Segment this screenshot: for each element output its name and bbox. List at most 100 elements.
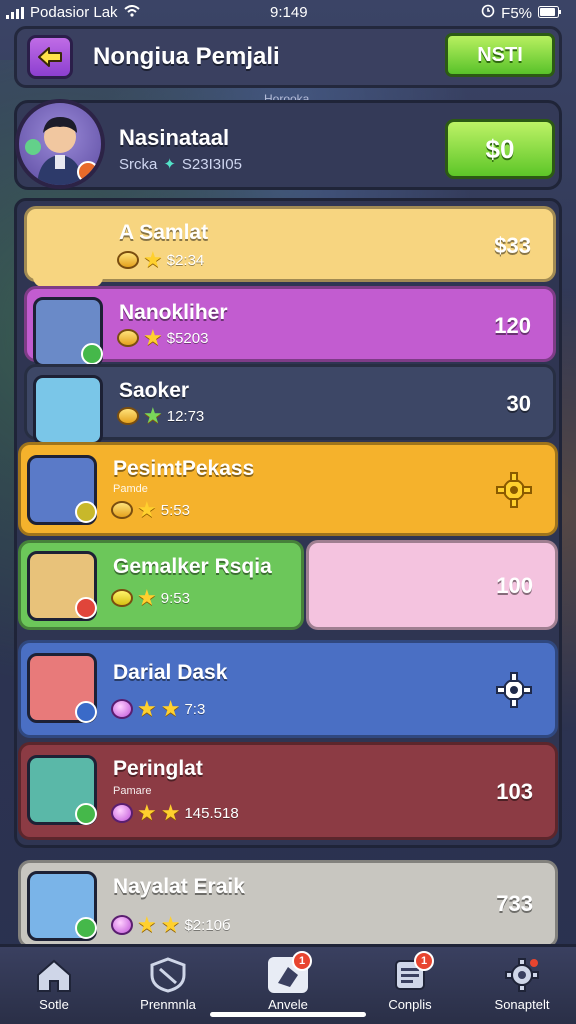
- player-name: Nasinataal: [119, 125, 230, 150]
- settings-gear-icon[interactable]: [495, 671, 533, 714]
- nav-label: Sotle: [39, 997, 69, 1012]
- battery-icon: [538, 5, 562, 22]
- row-name: PesimtPekass: [113, 457, 255, 480]
- badge-icon: [75, 701, 97, 723]
- avatar: [33, 217, 103, 287]
- row-stats-value: 7:3: [184, 700, 206, 718]
- row-tag: Pamare: [113, 785, 152, 797]
- list-item[interactable]: PesimtPekass Pamde ★ 5:53: [18, 442, 558, 536]
- sparkle-icon: ✦: [163, 156, 176, 173]
- star-icon: ★: [143, 325, 163, 350]
- star-icon: ★: [137, 696, 157, 721]
- back-button[interactable]: [27, 35, 73, 79]
- gem-icon: [111, 915, 133, 935]
- home-indicator: [210, 1012, 366, 1017]
- list-item[interactable]: Nanokliher ★ $5203 120: [24, 286, 556, 367]
- star-icon: ★: [160, 800, 181, 825]
- list-item[interactable]: Gemalker Rsqia ★ 9:53: [18, 540, 304, 630]
- row-stats-value: $2:10б: [184, 916, 231, 934]
- settings-gear-icon: [502, 957, 542, 993]
- page-title: Nongiua Pemjali: [93, 43, 280, 70]
- coin-icon: [111, 589, 133, 607]
- row-stats-value: 9:53: [160, 589, 190, 607]
- star-icon: ★: [160, 696, 181, 721]
- coin-icon: [117, 407, 139, 425]
- gem-icon: [111, 699, 133, 719]
- row-value: 103: [496, 779, 533, 804]
- row-stats: ★ $5203: [117, 325, 209, 350]
- row-stats-value: 5:53: [160, 501, 190, 519]
- row-name: Nayalat Eraik: [113, 875, 245, 898]
- level-badge-icon: [77, 161, 99, 183]
- next-button[interactable]: NSTI: [445, 33, 555, 77]
- carrier-label: Podasior Lak: [30, 4, 118, 21]
- avatar: [33, 375, 103, 445]
- gem-icon: [111, 803, 133, 823]
- nav-label: Prenmnla: [140, 997, 196, 1012]
- row-stats-value: $2:34: [166, 251, 205, 269]
- star-icon: ★: [137, 800, 157, 825]
- row-stats: ★ 9:53: [111, 585, 190, 610]
- row-name: Gemalker Rsqia: [113, 555, 272, 578]
- star-icon: ★: [143, 247, 163, 272]
- row-value: $33: [494, 233, 531, 258]
- badge-icon: [75, 597, 97, 619]
- nav-item-cards[interactable]: 1 Anvele: [238, 951, 338, 1012]
- battery-label: F5%: [501, 4, 532, 22]
- signal-icon: [6, 6, 24, 19]
- nav-label: Conplis: [388, 997, 432, 1012]
- row-value: 733: [496, 891, 533, 916]
- star-icon: ★: [137, 497, 157, 522]
- alarm-icon: [481, 4, 495, 22]
- row-name: A Samlat: [119, 221, 209, 244]
- list-item[interactable]: Saoker ★ 12:73 30: [24, 364, 556, 445]
- nav-item-settings[interactable]: Sonaptelt: [472, 957, 572, 1012]
- cards-icon: 1: [268, 951, 312, 993]
- player-sub-label: Srcka: [119, 155, 158, 173]
- row-name: Peringlat: [113, 757, 203, 780]
- list-item[interactable]: A Samlat ★ $2:34 $33: [24, 206, 556, 287]
- player-avatar[interactable]: [15, 99, 105, 189]
- row-value: 120: [494, 313, 531, 338]
- wifi-icon: [123, 4, 140, 21]
- coin-icon: [117, 251, 139, 269]
- list-item[interactable]: Darial Dask ★ ★ 7:3: [18, 640, 558, 738]
- arrow-left-icon: [38, 47, 62, 67]
- nav-item-home[interactable]: Sotle: [4, 957, 104, 1012]
- row-stats-value: 145.518: [184, 804, 239, 822]
- row-stats: ★ ★ $2:10б: [111, 912, 231, 937]
- player-sub-value: S23I3I05: [181, 155, 242, 173]
- nav-item-list[interactable]: 1 Conplis: [360, 951, 460, 1012]
- row-value: 30: [506, 391, 531, 416]
- star-icon: ★: [143, 403, 163, 428]
- star-icon: ★: [137, 585, 157, 610]
- row-stats: ★ 12:73: [117, 403, 205, 428]
- notification-badge: 1: [414, 951, 434, 971]
- notification-badge: 1: [292, 951, 312, 971]
- badge-icon: [75, 917, 97, 939]
- star-icon: ★: [160, 912, 181, 937]
- gear-icon[interactable]: [495, 471, 533, 514]
- coin-icon: [111, 501, 133, 519]
- value-panel: 100: [306, 540, 558, 630]
- row-stats: ★ ★ 7:3: [111, 696, 206, 721]
- coin-icon: [117, 329, 139, 347]
- home-icon: [34, 957, 74, 993]
- nav-item-shield[interactable]: Prenmnla: [118, 957, 218, 1012]
- list-icon: 1: [390, 951, 434, 993]
- nav-label: Sonaptelt: [494, 997, 550, 1012]
- row-stats-value: $5203: [166, 329, 209, 347]
- row-name: Nanokliher: [119, 301, 228, 324]
- list-item[interactable]: Nayalat Eraik ★ ★ $2:10б 733: [18, 860, 558, 948]
- cash-button[interactable]: $0: [445, 119, 555, 179]
- badge-icon: [75, 501, 97, 523]
- shield-icon: [148, 957, 188, 993]
- clock: 9:149: [270, 4, 308, 21]
- row-tag: Pamde: [113, 483, 148, 495]
- badge-icon: [75, 803, 97, 825]
- row-name: Saoker: [119, 379, 190, 402]
- top-bar: Nongiua Pemjali NSTI: [14, 26, 562, 88]
- list-item[interactable]: Peringlat Pamare ★ ★ 145.518 103: [18, 742, 558, 840]
- row-stats-value: 12:73: [166, 407, 205, 425]
- player-subline: Srcka ✦ S23I3I05: [119, 155, 242, 174]
